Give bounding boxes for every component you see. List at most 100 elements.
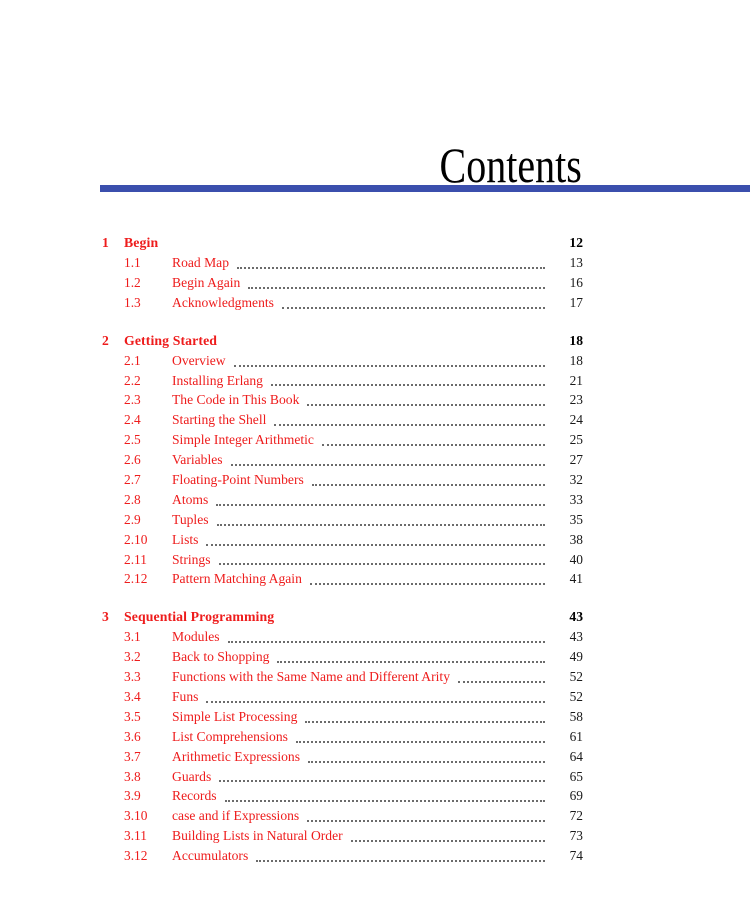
section-number: 3.7 — [124, 748, 141, 764]
section-title: Lists — [172, 531, 199, 547]
section-number: 3.6 — [124, 728, 141, 744]
toc-section-row[interactable]: 2.3 The Code in This Book 23 — [0, 390, 750, 410]
section-title: Begin Again — [172, 274, 241, 290]
toc-section-row[interactable]: 3.7 Arithmetic Expressions 64 — [0, 747, 750, 767]
section-number: 3.9 — [124, 788, 141, 804]
page-number: 43 — [569, 609, 583, 625]
dot-leader — [307, 806, 545, 826]
dot-leader-line — [307, 403, 545, 407]
section-title: Functions with the Same Name and Differe… — [172, 669, 450, 685]
section-number: 3.1 — [124, 629, 141, 645]
dot-leader-line — [230, 463, 545, 467]
table-of-contents: 1 Begin 12 1.1 Road Map 13 1.2 Begin Again 16 1.3… — [0, 232, 750, 866]
toc-section-row[interactable]: 2.7 Floating-Point Numbers 32 — [0, 470, 750, 490]
toc-section-row[interactable]: 2.1 Overview 18 — [0, 351, 750, 371]
section-title: Simple List Processing — [172, 708, 298, 724]
section-number: 2.2 — [124, 372, 141, 388]
page-number: 52 — [569, 669, 583, 685]
dot-leader — [230, 450, 545, 470]
section-title: Road Map — [172, 255, 230, 270]
page-number: 18 — [569, 352, 583, 368]
toc-section-row[interactable]: 2.5 Simple Integer Arithmetic 25 — [0, 430, 750, 450]
toc-section-row[interactable]: 3.11 Building Lists in Natural Order 73 — [0, 826, 750, 846]
page-number: 16 — [569, 274, 583, 290]
dot-leader — [274, 410, 545, 430]
dot-leader-line — [270, 383, 545, 387]
toc-section-row[interactable]: 1.1 Road Map 13 — [0, 253, 750, 273]
page-number: 64 — [569, 748, 583, 764]
toc-section-row[interactable]: 1.3 Acknowledgments 17 — [0, 293, 750, 313]
page-number: 61 — [569, 728, 583, 744]
toc-section-row[interactable]: 2.11 Strings 40 — [0, 550, 750, 570]
dot-leader — [216, 490, 545, 510]
toc-group-spacer — [0, 313, 750, 322]
dot-leader — [307, 390, 545, 410]
page-number: 27 — [569, 452, 583, 468]
section-number: 3.2 — [124, 649, 141, 665]
toc-section-row[interactable]: 3.2 Back to Shopping 49 — [0, 647, 750, 667]
section-title: Building Lists in Natural Order — [172, 828, 343, 844]
toc-section-row[interactable]: 2.4 Starting the Shell 24 — [0, 410, 750, 430]
section-title: Back to Shopping — [172, 649, 270, 665]
dot-leader — [206, 687, 545, 707]
dot-leader-line — [206, 543, 545, 546]
toc-section-row[interactable]: 2.12 Pattern Matching Again 41 — [0, 569, 750, 589]
toc-section-row[interactable]: 2.6 Variables 27 — [0, 450, 750, 470]
toc-section-row[interactable]: 3.5 Simple List Processing 58 — [0, 707, 750, 727]
toc-section-row[interactable]: 2.8 Atoms 33 — [0, 490, 750, 510]
section-title: Accumulators — [172, 848, 249, 864]
toc-section-row[interactable]: 3.12 Accumulators 74 — [0, 846, 750, 866]
section-number: 2.8 — [124, 491, 141, 507]
section-title: Atoms — [172, 491, 209, 507]
toc-section-row[interactable]: 2.9 Tuples 35 — [0, 510, 750, 530]
section-number: 1.1 — [124, 255, 141, 270]
toc-section-row[interactable]: 3.10 case and if Expressions 72 — [0, 806, 750, 826]
page-number: 52 — [569, 689, 583, 705]
chapter-title: Begin — [124, 235, 159, 250]
section-title: Funs — [172, 689, 199, 705]
page-number: 38 — [569, 531, 583, 547]
toc-section-row[interactable]: 3.1 Modules 43 — [0, 627, 750, 647]
dot-leader — [206, 530, 545, 550]
dot-leader-line — [256, 859, 545, 863]
dot-leader — [309, 569, 545, 589]
toc-section-row[interactable]: 3.8 Guards 65 — [0, 767, 750, 787]
section-title: Records — [172, 788, 217, 804]
page-number: 41 — [569, 571, 583, 587]
dot-leader — [458, 667, 545, 687]
dot-leader-line — [227, 640, 545, 644]
toc-section-row[interactable]: 3.9 Records 69 — [0, 786, 750, 806]
page-number: 13 — [569, 255, 583, 270]
toc-section-row[interactable]: 1.2 Begin Again 16 — [0, 273, 750, 293]
dot-leader — [237, 253, 545, 273]
section-number: 2.12 — [124, 571, 148, 587]
toc-chapter-row[interactable]: 3 Sequential Programming 43 — [0, 606, 750, 627]
toc-section-row[interactable]: 2.2 Installing Erlang 21 — [0, 371, 750, 391]
dot-leader-line — [274, 423, 545, 427]
section-title: Pattern Matching Again — [172, 571, 302, 587]
toc-section-row[interactable]: 3.4 Funs 52 — [0, 687, 750, 707]
page-number: 33 — [569, 491, 583, 507]
toc-chapter-row[interactable]: 2 Getting Started 18 — [0, 330, 750, 351]
dot-leader-line — [216, 503, 545, 506]
chapter-number: 3 — [102, 609, 109, 625]
toc-chapter-row[interactable]: 1 Begin 12 — [0, 232, 750, 253]
section-number: 2.7 — [124, 472, 141, 488]
dot-leader — [281, 293, 545, 313]
section-title: Guards — [172, 768, 212, 784]
page-number: 73 — [569, 828, 583, 844]
toc-section-row[interactable]: 2.10 Lists 38 — [0, 530, 750, 550]
section-title: Arithmetic Expressions — [172, 748, 300, 764]
section-number: 2.3 — [124, 392, 141, 408]
section-title: Variables — [172, 452, 223, 468]
dot-leader — [295, 727, 545, 747]
section-title: Overview — [172, 352, 226, 368]
page-number: 23 — [569, 392, 583, 408]
page-number: 35 — [569, 511, 583, 527]
section-number: 3.3 — [124, 669, 141, 685]
toc-section-row[interactable]: 3.6 List Comprehensions 61 — [0, 727, 750, 747]
dot-leader-line — [224, 799, 545, 803]
dot-leader — [277, 647, 545, 667]
toc-section-row[interactable]: 3.3 Functions with the Same Name and Diff… — [0, 667, 750, 687]
page-number: 25 — [569, 432, 583, 448]
